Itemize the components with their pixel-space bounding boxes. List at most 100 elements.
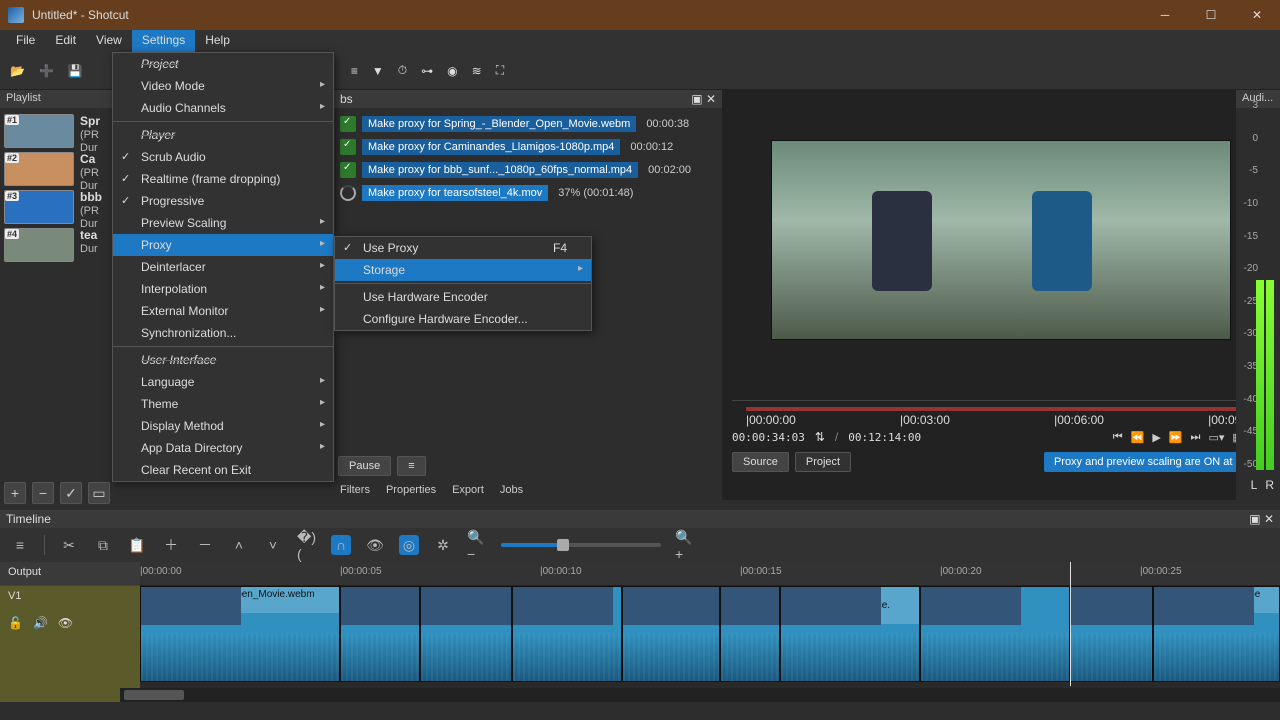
hide-icon[interactable]: 👁 xyxy=(58,616,73,630)
menu-item-realtime-frame-dropping-[interactable]: Realtime (frame dropping) xyxy=(113,168,333,190)
menu-item-audio-channels[interactable]: Audio Channels xyxy=(113,97,333,119)
menu-item-language[interactable]: Language xyxy=(113,371,333,393)
menu-item-preview-scaling[interactable]: Preview Scaling xyxy=(113,212,333,234)
menu-item-app-data-directory[interactable]: App Data Directory xyxy=(113,437,333,459)
timeline-clip[interactable]: Spring_-_Bl(PROXY) xyxy=(622,586,720,682)
jobs-menu-button[interactable]: ≡ xyxy=(397,456,425,476)
timeline-panel-controls[interactable]: ▣ ✕ xyxy=(1249,512,1274,526)
timeline-clip[interactable] xyxy=(512,586,622,682)
menu-item-use-proxy[interactable]: Use ProxyF4 xyxy=(335,237,591,259)
timeline-clip[interactable]: Spring_-_Blender_Ope(PROXY) xyxy=(1153,586,1280,682)
snap-icon[interactable]: ∩ xyxy=(331,535,351,555)
add-button[interactable]: + xyxy=(4,482,26,504)
timeline-clip[interactable] xyxy=(920,586,1070,682)
menu-item-synchronization-[interactable]: Synchronization... xyxy=(113,322,333,344)
job-row[interactable]: Make proxy for bbb_sunf..._1080p_60fps_n… xyxy=(334,158,722,181)
append-clip-icon[interactable]: ＋ xyxy=(161,535,181,555)
menu-view[interactable]: View xyxy=(86,30,132,52)
timeline-ruler[interactable]: |00:00:00|00:00:05|00:00:10|00:00:15|00:… xyxy=(140,562,1280,586)
menu-item-progressive[interactable]: Progressive xyxy=(113,190,333,212)
source-tab[interactable]: Source xyxy=(732,452,789,472)
close-button[interactable]: ✕ xyxy=(1234,0,1280,30)
menu-item-deinterlacer[interactable]: Deinterlacer xyxy=(113,256,333,278)
zoom-in-icon[interactable]: 🔍+ xyxy=(675,535,695,555)
forward-icon[interactable]: ⏩ xyxy=(1169,431,1183,444)
menu-file[interactable]: File xyxy=(6,30,45,52)
rewind-icon[interactable]: ⏪ xyxy=(1131,431,1145,444)
lock-icon[interactable]: 🔓 xyxy=(8,616,23,630)
ripple-all-icon[interactable]: ✲ xyxy=(433,535,453,555)
job-row[interactable]: Make proxy for Spring_-_Blender_Open_Mov… xyxy=(334,112,722,135)
timeline-clip[interactable]: Spring_-_Blender_Open_Movie.webm(PROXY) xyxy=(140,586,340,682)
split-icon[interactable]: �) ( xyxy=(297,535,317,555)
timeline-clip[interactable] xyxy=(340,586,420,682)
menu-item-theme[interactable]: Theme xyxy=(113,393,333,415)
menu-item-external-monitor[interactable]: External Monitor xyxy=(113,300,333,322)
maximize-button[interactable]: ☐ xyxy=(1188,0,1234,30)
append-icon[interactable]: ➕ xyxy=(39,64,54,78)
output-label[interactable]: Output xyxy=(0,562,140,586)
tab-export[interactable]: Export xyxy=(452,484,484,500)
skip-start-icon[interactable]: ⏮ xyxy=(1113,431,1123,444)
playhead[interactable] xyxy=(1070,562,1071,686)
menu-settings[interactable]: Settings xyxy=(132,30,195,52)
tab-jobs[interactable]: Jobs xyxy=(500,484,523,500)
menu-item-scrub-audio[interactable]: Scrub Audio xyxy=(113,146,333,168)
jobs-panel-controls[interactable]: ▣ ✕ xyxy=(691,92,716,106)
menu-item-use-hardware-encoder[interactable]: Use Hardware Encoder xyxy=(335,286,591,308)
timeline-clips-area[interactable]: Spring_-_Blender_Open_Movie.webm(PROXY) S… xyxy=(140,586,1280,682)
track-v1-label[interactable]: V1 xyxy=(0,586,140,610)
menu-item-video-mode[interactable]: Video Mode xyxy=(113,75,333,97)
video-preview[interactable] xyxy=(771,140,1231,340)
open-icon[interactable]: 📂 xyxy=(10,64,25,78)
timeline-menu-icon[interactable]: ≡ xyxy=(10,535,30,555)
timer-icon[interactable]: ⏱ xyxy=(398,63,407,78)
overwrite-icon[interactable]: ˅ xyxy=(263,535,283,555)
timeline-clip[interactable]: Spring_-_Blender_Ope(PROXY) xyxy=(420,586,512,682)
menu-item-interpolation[interactable]: Interpolation xyxy=(113,278,333,300)
save-icon[interactable]: 💾 xyxy=(68,64,83,78)
zoom-out-icon[interactable]: 🔍− xyxy=(467,535,487,555)
remove-clip-icon[interactable]: － xyxy=(195,535,215,555)
menu-item-storage[interactable]: Storage xyxy=(335,259,591,281)
update-button[interactable]: ✓ xyxy=(60,482,82,504)
preview-scrubber[interactable]: |00:00:00|00:03:00|00:06:00|00:09:00 xyxy=(732,400,1270,426)
remove-button[interactable]: − xyxy=(32,482,54,504)
current-timecode[interactable]: 00:00:34:03 xyxy=(732,431,805,444)
scrub-drag-icon[interactable]: 👁 xyxy=(365,535,385,555)
tab-properties[interactable]: Properties xyxy=(386,484,436,500)
play-icon[interactable]: ▶ xyxy=(1152,431,1160,444)
timeline-h-scrollbar[interactable] xyxy=(120,688,1280,702)
job-row[interactable]: Make proxy for tearsofsteel_4k.mov 37% (… xyxy=(334,181,722,204)
pause-button[interactable]: Pause xyxy=(338,456,391,476)
filter-icon[interactable]: ▼ xyxy=(372,64,384,78)
zoom-dropdown-icon[interactable]: ▭▾ xyxy=(1208,431,1224,444)
timecode-stepper-icon[interactable]: ⇅ xyxy=(815,430,825,444)
record-icon[interactable]: ◉ xyxy=(447,64,457,78)
skip-end-icon[interactable]: ⏭ xyxy=(1191,431,1201,444)
fullscreen-icon[interactable]: ⛶ xyxy=(496,63,504,78)
lift-icon[interactable]: ˄ xyxy=(229,535,249,555)
project-tab[interactable]: Project xyxy=(795,452,851,472)
minimize-button[interactable]: ─ xyxy=(1142,0,1188,30)
menu-edit[interactable]: Edit xyxy=(45,30,86,52)
mute-icon[interactable]: 🔊 xyxy=(33,616,48,630)
paste-icon[interactable]: 📋 xyxy=(127,535,147,555)
zoom-slider[interactable] xyxy=(501,543,661,547)
timeline-clip[interactable] xyxy=(720,586,780,682)
menu-item-configure-hardware-encoder-[interactable]: Configure Hardware Encoder... xyxy=(335,308,591,330)
keyframes-icon[interactable]: ⊶ xyxy=(421,64,433,78)
list-icon[interactable]: ≡ xyxy=(351,64,358,78)
timeline-clip[interactable]: Spring_-_Blender_Open_Movie.(PROXY) xyxy=(780,586,920,682)
stack-icon[interactable]: ≋ xyxy=(472,64,482,78)
menu-item-proxy[interactable]: Proxy xyxy=(113,234,333,256)
menu-help[interactable]: Help xyxy=(195,30,240,52)
cut-icon[interactable]: ✂ xyxy=(59,535,79,555)
menu-item-clear-recent-on-exit[interactable]: Clear Recent on Exit xyxy=(113,459,333,481)
view-mode-button[interactable]: ▭ xyxy=(88,482,110,504)
ripple-icon[interactable]: ◎ xyxy=(399,535,419,555)
job-row[interactable]: Make proxy for Caminandes_Llamigos-1080p… xyxy=(334,135,722,158)
menu-item-display-method[interactable]: Display Method xyxy=(113,415,333,437)
copy-icon[interactable]: ⧉ xyxy=(93,535,113,555)
tab-filters[interactable]: Filters xyxy=(340,484,370,500)
